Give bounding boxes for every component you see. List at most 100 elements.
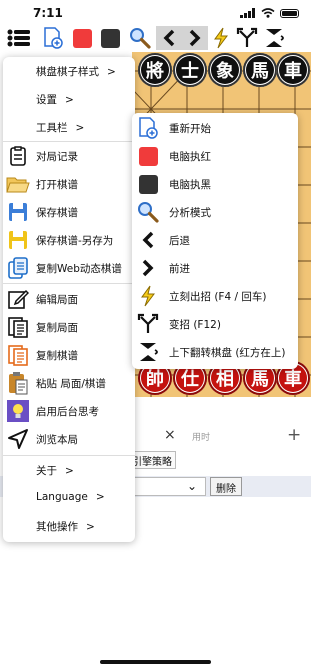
submenu-item-flip-board[interactable]: 上下翻转棋盘 (红方在上) bbox=[132, 338, 298, 366]
menu-item-label: 关于 bbox=[36, 465, 57, 477]
black-square-icon bbox=[136, 172, 160, 196]
copy-position-icon bbox=[6, 315, 30, 339]
menu-item-label: 工具栏 bbox=[36, 122, 68, 134]
menu-item-game-record[interactable]: 对局记录 bbox=[3, 142, 135, 170]
menu-item-label: 打开棋谱 bbox=[36, 179, 78, 191]
chevron-right-icon: > bbox=[107, 66, 116, 78]
menu-item-label: 保存棋谱 bbox=[36, 207, 78, 219]
save-as-icon bbox=[6, 228, 30, 252]
main-menu: 棋盘棋子样式 > 设置 > 工具栏 > 对局记录 打开棋谱 保存棋谱 保存棋谱-… bbox=[3, 57, 135, 542]
menu-item-label: 启用后台思考 bbox=[36, 406, 99, 418]
menu-item-copy-web[interactable]: 复制Web动态棋谱 bbox=[3, 254, 135, 282]
folder-icon bbox=[6, 172, 30, 196]
submenu-item-move-now[interactable]: 立刻出招 (F4 / 回车) bbox=[132, 282, 298, 310]
chevron-left-icon[interactable] bbox=[156, 26, 182, 50]
flip-icon bbox=[136, 340, 160, 364]
submenu-item-back[interactable]: 后退 bbox=[132, 226, 298, 254]
home-indicator[interactable] bbox=[100, 660, 211, 664]
menu-item-save-as[interactable]: 保存棋谱-另存为 bbox=[3, 226, 135, 254]
black-square-icon[interactable] bbox=[97, 24, 123, 52]
chevron-right-icon: > bbox=[65, 465, 74, 477]
menu-item-label: 复制棋谱 bbox=[36, 350, 78, 362]
menu-item-copy-record[interactable]: 复制棋谱 bbox=[3, 341, 135, 369]
engine-select[interactable]: ⌄ bbox=[128, 477, 206, 496]
lightning-icon[interactable] bbox=[208, 24, 234, 52]
menu-item-board-style[interactable]: 棋盘棋子样式 > bbox=[3, 57, 135, 85]
menu-item-settings[interactable]: 设置 > bbox=[3, 85, 135, 113]
menu-item-other[interactable]: 其他操作 > bbox=[3, 512, 135, 540]
submenu-item-label: 重新开始 bbox=[169, 123, 211, 135]
app-screen: 7:11 將 士 象 馬 車 帥 仕 相 馬 車 × 用时 + 引擎策略 ⌄ 删… bbox=[0, 0, 311, 672]
submenu-item-computer-red[interactable]: 电脑执红 bbox=[132, 142, 298, 170]
menu-item-browse-game[interactable]: 浏览本局 bbox=[3, 425, 135, 453]
menu-item-label: 其他操作 bbox=[36, 521, 78, 533]
piece-black-general[interactable]: 將 bbox=[138, 53, 172, 87]
nav-buttons bbox=[156, 26, 208, 50]
menu-icon[interactable] bbox=[6, 24, 32, 52]
chevron-down-icon: ⌄ bbox=[186, 479, 197, 493]
chevron-right-icon: > bbox=[86, 521, 95, 533]
chevron-right-icon bbox=[136, 256, 160, 280]
menu-item-label: 复制Web动态棋谱 bbox=[36, 263, 122, 275]
new-game-icon[interactable] bbox=[40, 24, 66, 52]
menu-item-language[interactable]: Language > bbox=[3, 484, 135, 512]
new-game-icon bbox=[136, 116, 160, 140]
menu-item-save[interactable]: 保存棋谱 bbox=[3, 198, 135, 226]
menu-item-label: 浏览本局 bbox=[36, 434, 78, 446]
submenu-item-label: 上下翻转棋盘 (红方在上) bbox=[169, 347, 286, 359]
chevron-left-icon bbox=[136, 228, 160, 252]
menu-item-about[interactable]: 关于 > bbox=[3, 456, 135, 484]
piece-black-advisor[interactable]: 士 bbox=[173, 53, 207, 87]
close-icon[interactable]: × bbox=[164, 427, 176, 443]
submenu-item-variation[interactable]: 变招 (F12) bbox=[132, 310, 298, 338]
menu-item-label: 复制局面 bbox=[36, 322, 78, 334]
submenu-item-label: 立刻出招 (F4 / 回车) bbox=[169, 291, 267, 303]
chevron-right-icon[interactable] bbox=[182, 26, 208, 50]
copy-record-icon bbox=[6, 343, 30, 367]
piece-black-horse[interactable]: 馬 bbox=[243, 53, 277, 87]
menu-item-background-thinking[interactable]: 启用后台思考 bbox=[3, 397, 135, 425]
submenu-item-analysis[interactable]: 分析模式 bbox=[132, 198, 298, 226]
chevron-right-icon: > bbox=[75, 122, 85, 134]
submenu-item-label: 后退 bbox=[169, 235, 190, 247]
branch-icon[interactable] bbox=[234, 24, 260, 52]
branch-icon bbox=[136, 312, 160, 336]
piece-black-elephant[interactable]: 象 bbox=[208, 53, 242, 87]
flip-icon[interactable] bbox=[261, 24, 287, 52]
toolbar bbox=[0, 24, 311, 52]
menu-item-open[interactable]: 打开棋谱 bbox=[3, 170, 135, 198]
chevron-right-icon: > bbox=[65, 94, 74, 106]
piece-black-chariot[interactable]: 車 bbox=[276, 53, 310, 87]
edit-icon bbox=[6, 287, 30, 311]
submenu-item-label: 变招 (F12) bbox=[169, 319, 221, 331]
menu-item-label: 设置 bbox=[36, 94, 57, 106]
engine-strategy-button[interactable]: 引擎策略 bbox=[128, 451, 176, 469]
menu-item-label: 编辑局面 bbox=[36, 294, 78, 306]
submenu-item-restart[interactable]: 重新开始 bbox=[132, 114, 298, 142]
menu-item-paste[interactable]: 粘贴 局面/棋谱 bbox=[3, 369, 135, 397]
submenu-item-label: 电脑执黑 bbox=[169, 179, 211, 191]
menu-item-label: 粘贴 局面/棋谱 bbox=[36, 378, 106, 390]
menu-item-label: 棋盘棋子样式 bbox=[36, 66, 99, 78]
submenu-item-computer-black[interactable]: 电脑执黑 bbox=[132, 170, 298, 198]
record-icon bbox=[6, 144, 30, 168]
add-icon[interactable]: + bbox=[287, 425, 301, 445]
status-bar: 7:11 bbox=[0, 0, 311, 24]
wifi-icon bbox=[261, 8, 275, 18]
menu-item-copy-position[interactable]: 复制局面 bbox=[3, 313, 135, 341]
search-icon[interactable] bbox=[127, 24, 153, 52]
red-square-icon bbox=[136, 144, 160, 168]
submenu-item-forward[interactable]: 前进 bbox=[132, 254, 298, 282]
battery-icon bbox=[280, 8, 299, 18]
menu-item-label: 保存棋谱-另存为 bbox=[36, 235, 114, 247]
time-label: 用时 bbox=[192, 433, 211, 443]
navigate-icon bbox=[6, 427, 30, 451]
red-square-icon[interactable] bbox=[69, 24, 95, 52]
toolbar-submenu: 重新开始 电脑执红 电脑执黑 分析模式 后退 前进 立刻出招 (F4 / 回车)… bbox=[132, 113, 298, 369]
delete-button[interactable]: 删除 bbox=[210, 477, 242, 496]
submenu-item-label: 分析模式 bbox=[169, 207, 211, 219]
status-time: 7:11 bbox=[33, 6, 63, 20]
menu-item-label: 对局记录 bbox=[36, 151, 78, 163]
menu-item-toolbar[interactable]: 工具栏 > bbox=[3, 113, 135, 141]
menu-item-edit-position[interactable]: 编辑局面 bbox=[3, 285, 135, 313]
